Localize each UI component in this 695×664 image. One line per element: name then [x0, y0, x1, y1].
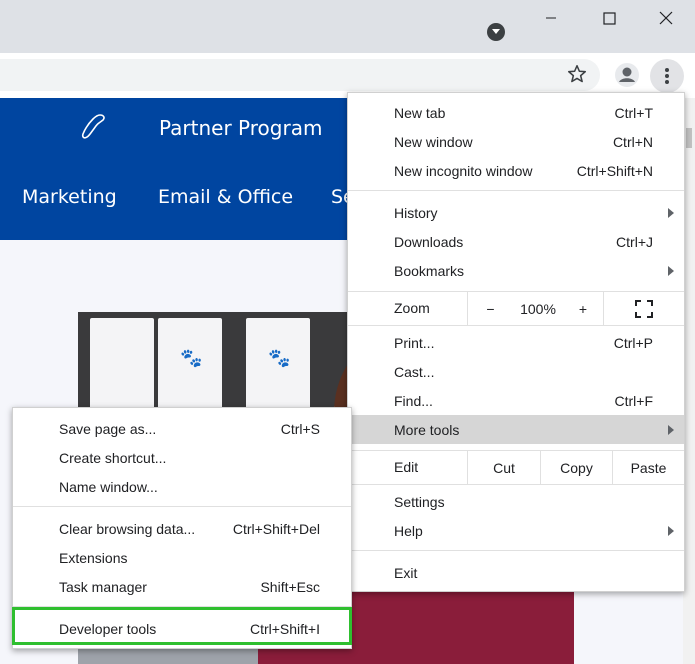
menu-item-settings[interactable]: Settings — [348, 487, 684, 516]
submenu-item-name-window[interactable]: Name window... — [13, 472, 351, 501]
menu-separator — [348, 325, 684, 326]
paw-icon: 🐾 — [180, 348, 203, 368]
close-icon[interactable] — [637, 0, 695, 36]
menu-separator — [348, 484, 684, 485]
zoom-label: Zoom — [394, 300, 430, 316]
zoom-row: Zoom − 100% + — [348, 292, 684, 325]
menu-separator — [348, 190, 684, 191]
menu-item-downloads[interactable]: Downloads Ctrl+J — [348, 227, 684, 256]
chrome-main-menu: New tab Ctrl+T New window Ctrl+N New inc… — [347, 92, 685, 592]
title-bar — [0, 0, 695, 53]
tab-search-icon[interactable] — [487, 23, 505, 41]
nav-marketing[interactable]: Marketing — [22, 186, 117, 208]
menu-item-print[interactable]: Print... Ctrl+P — [348, 328, 684, 357]
menu-item-find[interactable]: Find... Ctrl+F — [348, 386, 684, 415]
three-dots-vertical-icon[interactable] — [650, 59, 684, 93]
address-bar[interactable] — [0, 59, 600, 91]
menu-separator — [13, 506, 351, 507]
chevron-right-icon — [668, 424, 674, 435]
chevron-right-icon — [668, 265, 674, 276]
chevron-right-icon — [668, 525, 674, 536]
menu-item-help[interactable]: Help — [348, 516, 684, 545]
submenu-item-create-shortcut[interactable]: Create shortcut... — [13, 443, 351, 472]
menu-item-bookmarks[interactable]: Bookmarks — [348, 256, 684, 285]
menu-item-new-tab[interactable]: New tab Ctrl+T — [348, 98, 684, 127]
maximize-icon[interactable] — [580, 0, 638, 36]
menu-item-new-incognito-window[interactable]: New incognito window Ctrl+Shift+N — [348, 156, 684, 185]
scrollbar-thumb[interactable] — [686, 128, 692, 148]
zoom-out-button[interactable]: − — [467, 292, 513, 325]
nav-email-office[interactable]: Email & Office — [158, 186, 293, 208]
menu-item-cast[interactable]: Cast... — [348, 357, 684, 386]
fullscreen-icon[interactable] — [603, 292, 684, 325]
minimize-icon[interactable] — [522, 0, 580, 36]
menu-item-exit[interactable]: Exit — [348, 558, 684, 587]
person-icon[interactable] — [614, 62, 640, 88]
partner-program-link[interactable]: Partner Program — [159, 116, 322, 140]
chevron-right-icon — [668, 207, 674, 218]
menu-item-new-window[interactable]: New window Ctrl+N — [348, 127, 684, 156]
zoom-in-button[interactable]: + — [563, 292, 603, 325]
submenu-item-save-page[interactable]: Save page as... Ctrl+S — [13, 414, 351, 443]
edit-label: Edit — [394, 459, 419, 475]
menu-separator — [348, 550, 684, 551]
cut-button[interactable]: Cut — [467, 451, 540, 484]
developer-tools-highlight — [12, 607, 352, 645]
submenu-item-clear-browsing-data[interactable]: Clear browsing data... Ctrl+Shift+Del — [13, 514, 351, 543]
menu-item-history[interactable]: History — [348, 198, 684, 227]
zoom-value: 100% — [520, 300, 556, 317]
star-icon[interactable] — [566, 63, 588, 85]
copy-button[interactable]: Copy — [540, 451, 612, 484]
edit-row: Edit Cut Copy Paste — [348, 451, 684, 484]
submenu-item-task-manager[interactable]: Task manager Shift+Esc — [13, 572, 351, 601]
paste-button[interactable]: Paste — [612, 451, 684, 484]
menu-item-more-tools[interactable]: More tools — [348, 415, 684, 444]
phone-icon — [80, 112, 108, 145]
submenu-item-extensions[interactable]: Extensions — [13, 543, 351, 572]
paw-icon: 🐾 — [268, 348, 291, 368]
